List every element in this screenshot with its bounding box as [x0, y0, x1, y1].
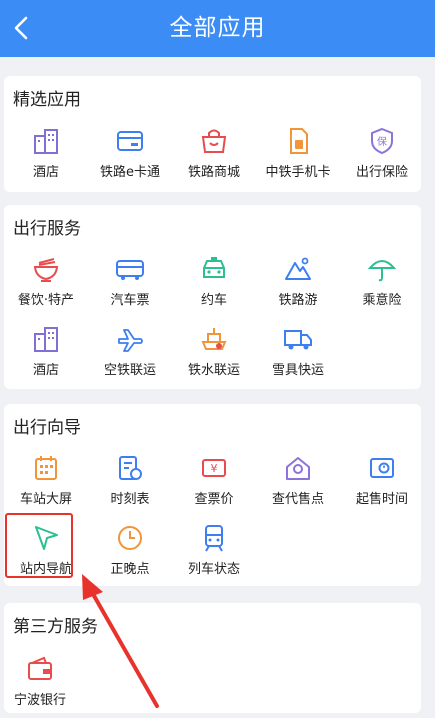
sim-card-icon — [290, 128, 308, 154]
app-label: 正晚点 — [110, 562, 150, 577]
app-ningbo-bank[interactable]: 宁波银行 — [0, 655, 82, 717]
app-train-status[interactable]: 列车状态 — [172, 524, 256, 586]
app-label: 铁路e卡通 — [100, 165, 160, 180]
navigation-arrow-icon — [35, 526, 58, 550]
app-label: 起售时间 — [355, 492, 408, 507]
app-accident-insurance[interactable]: 乘意险 — [340, 255, 424, 317]
app-station-screen[interactable]: 车站大屏 — [4, 454, 88, 516]
app-railway-mall[interactable]: 铁路商城 — [172, 127, 256, 189]
insurance-shield-icon: 保 — [371, 127, 393, 155]
hotel-icon — [34, 327, 58, 352]
app-label: 约车 — [200, 293, 227, 308]
section-title: 出行服务 — [13, 219, 81, 239]
section-travel-services: 出行服务 餐饮·特产 汽车票 约车 铁路游 乘意险 酒店 空铁联运 铁水联运 雪… — [4, 205, 421, 389]
app-label: 汽车票 — [110, 293, 150, 308]
calendar-grid-icon — [35, 456, 57, 480]
app-hotel[interactable]: 酒店 — [4, 127, 88, 189]
app-railway-ecard[interactable]: 铁路e卡通 — [88, 127, 172, 189]
section-title: 第三方服务 — [13, 617, 98, 637]
app-ride-hailing[interactable]: 约车 — [172, 255, 256, 317]
app-railway-tour[interactable]: 铁路游 — [256, 255, 340, 317]
agency-home-icon — [286, 457, 310, 480]
app-delay-status[interactable]: 正晚点 — [88, 524, 172, 586]
app-label: 查票价 — [194, 492, 234, 507]
app-timetable[interactable]: 时刻表 — [88, 454, 172, 516]
app-label: 时刻表 — [110, 492, 150, 507]
app-label: 宁波银行 — [13, 693, 66, 708]
ticket-clock-icon — [370, 458, 394, 478]
mountain-icon — [285, 257, 311, 280]
app-label: 乘意险 — [362, 293, 402, 308]
section-featured-apps: 精选应用 酒店 铁路e卡通 铁路商城 中铁手机卡 保 出行保险 — [4, 76, 421, 192]
section-title: 精选应用 — [13, 90, 81, 110]
app-label: 车站大屏 — [19, 492, 72, 507]
app-ticket-agency[interactable]: 查代售点 — [256, 454, 340, 516]
app-label: 列车状态 — [187, 562, 240, 577]
card-icon — [117, 131, 143, 151]
app-station-navigation[interactable]: 站内导航 — [4, 524, 88, 586]
app-label: 酒店 — [32, 363, 59, 378]
svg-text:保: 保 — [377, 135, 387, 148]
section-title: 出行向导 — [13, 418, 81, 438]
app-catering[interactable]: 餐饮·特产 — [4, 255, 88, 317]
truck-icon — [284, 330, 312, 350]
timetable-icon — [119, 456, 142, 480]
price-tag-icon: ¥ — [202, 459, 226, 477]
noodle-bowl-icon — [33, 258, 59, 282]
app-travel-insurance[interactable]: 保 出行保险 — [340, 127, 424, 189]
app-label: 酒店 — [32, 165, 59, 180]
app-label: 雪具快运 — [271, 363, 324, 378]
app-label: 查代售点 — [271, 492, 324, 507]
app-label: 空铁联运 — [103, 363, 156, 378]
app-railway-sim-card[interactable]: 中铁手机卡 — [256, 127, 340, 189]
taxi-icon — [203, 257, 225, 278]
top-bar: 全部应用 — [0, 0, 435, 57]
hotel-icon — [34, 129, 58, 154]
app-label: 中铁手机卡 — [265, 165, 331, 180]
page-title: 全部应用 — [169, 15, 266, 41]
app-hotel-2[interactable]: 酒店 — [4, 325, 88, 387]
shop-icon — [201, 129, 227, 153]
clock-icon — [118, 526, 142, 550]
app-label: 餐饮·特产 — [17, 293, 75, 308]
app-ski-equipment-express[interactable]: 雪具快运 — [256, 325, 340, 387]
app-bus-ticket[interactable]: 汽车票 — [88, 255, 172, 317]
ship-icon — [201, 328, 227, 350]
svg-text:¥: ¥ — [211, 462, 218, 475]
section-travel-guide: 出行向导 车站大屏 时刻表 ¥ 查票价 查代售点 起售时间 站内导航 正晚点 列… — [4, 404, 421, 586]
bus-icon — [116, 260, 144, 280]
app-label: 铁路游 — [278, 293, 318, 308]
train-icon — [205, 525, 223, 552]
section-third-party-services: 第三方服务 宁波银行 — [4, 603, 421, 713]
app-check-fare[interactable]: ¥ 查票价 — [172, 454, 256, 516]
app-sale-start-time[interactable]: 起售时间 — [340, 454, 424, 516]
umbrella-icon — [368, 260, 396, 282]
plane-icon — [118, 329, 143, 352]
app-label: 铁水联运 — [187, 363, 240, 378]
app-air-rail-transport[interactable]: 空铁联运 — [88, 325, 172, 387]
app-rail-water-transport[interactable]: 铁水联运 — [172, 325, 256, 387]
app-label: 出行保险 — [355, 165, 408, 180]
wallet-icon — [28, 656, 52, 680]
app-label: 站内导航 — [19, 562, 72, 577]
app-label: 铁路商城 — [187, 165, 240, 180]
